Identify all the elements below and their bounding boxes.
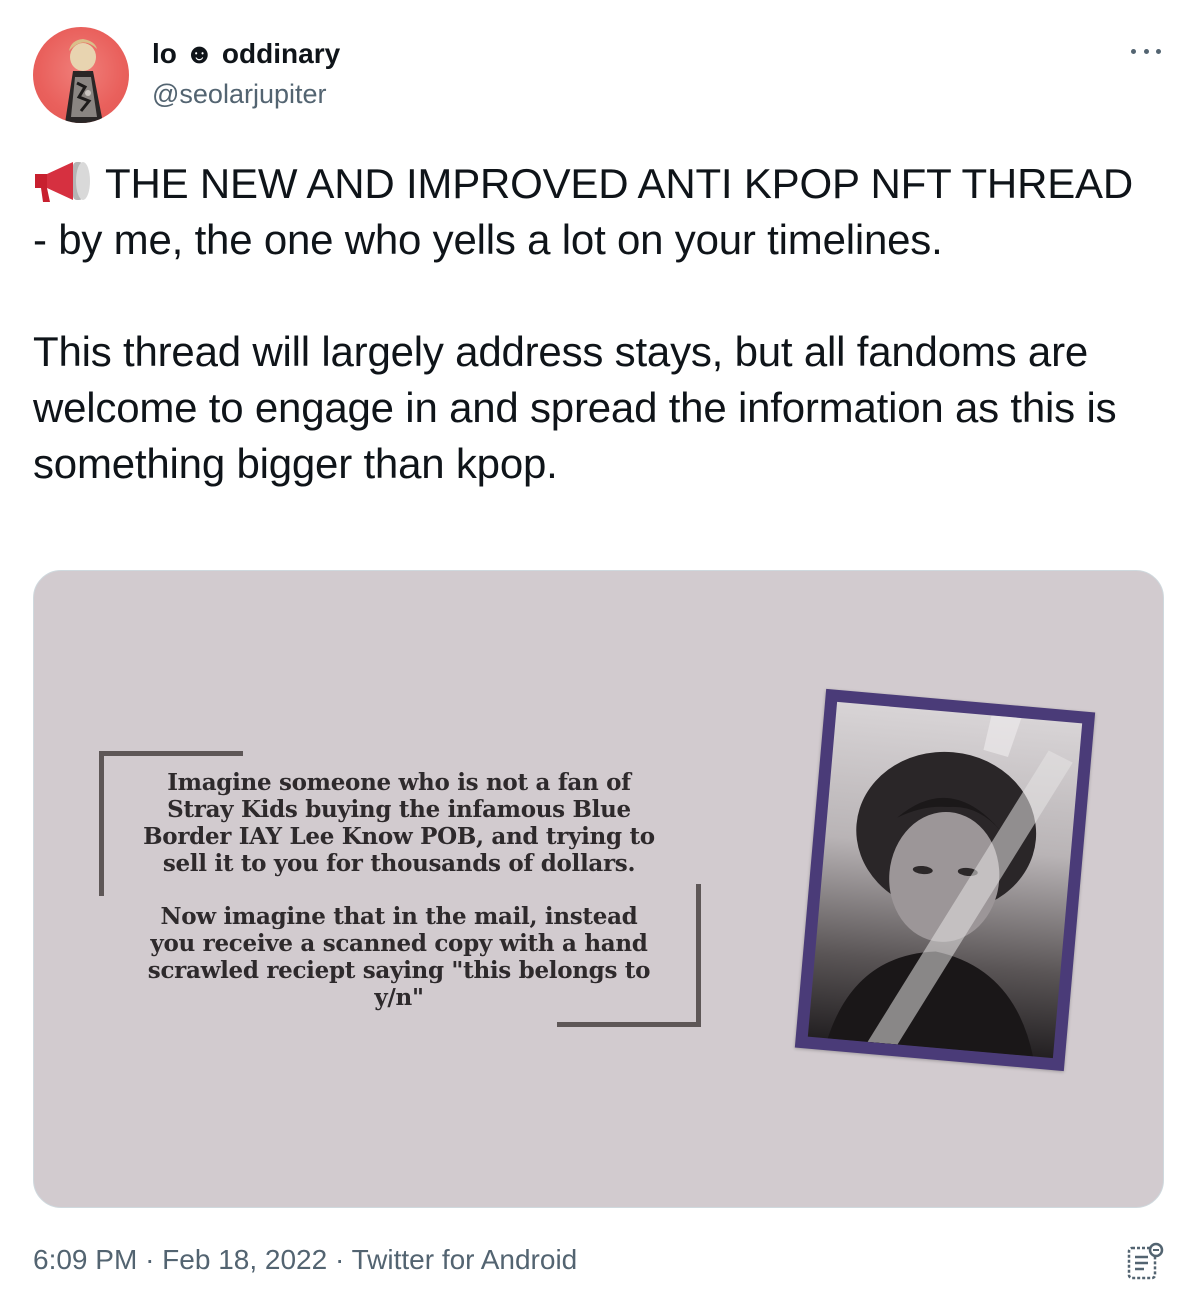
author-name-part2: oddinary — [221, 38, 341, 69]
bracket-bottom-right-horizontal — [557, 1022, 701, 1027]
avatar[interactable] — [33, 27, 129, 123]
tweet-time: 6:09 PM — [33, 1244, 138, 1275]
tweet-body: THE NEW AND IMPROVED ANTI KPOP NFT THREA… — [33, 160, 1133, 487]
megaphone-icon — [35, 162, 90, 202]
photocard — [794, 688, 1096, 1072]
dot-icon — [1131, 48, 1136, 54]
analytics-icon[interactable] — [1126, 1242, 1164, 1282]
media-paragraph-1: Imagine someone who is not a fan of Stra… — [143, 769, 655, 877]
author-display-name[interactable]: lo ☻ oddinary — [152, 38, 340, 70]
tweet-source-link[interactable]: Twitter for Android — [352, 1244, 578, 1275]
tweet-date: Feb 18, 2022 — [162, 1244, 328, 1275]
tweet-timestamp-link[interactable]: 6:09 PM · Feb 18, 2022 — [33, 1244, 327, 1275]
tweet-text: THE NEW AND IMPROVED ANTI KPOP NFT THREA… — [33, 156, 1153, 492]
more-options-button[interactable] — [1128, 38, 1164, 64]
bracket-top-left-horizontal — [99, 751, 243, 756]
photocard-image — [807, 701, 1083, 1059]
tweet-meta: 6:09 PM · Feb 18, 2022 · Twitter for And… — [33, 1240, 577, 1280]
bracket-top-left-vertical — [99, 751, 104, 896]
tweet: lo ☻ oddinary @seolarjupiter THE NEW AND… — [0, 0, 1196, 1308]
meta-separator: · — [334, 1244, 345, 1275]
dot-icon — [1156, 48, 1161, 54]
avatar-person-icon — [65, 39, 103, 123]
author-name-part1: lo — [152, 38, 177, 69]
smiley-emoji-icon: ☻ — [184, 38, 215, 69]
portrait-icon — [827, 715, 1073, 1057]
dot-icon — [1143, 48, 1149, 54]
author-handle[interactable]: @seolarjupiter — [152, 78, 327, 110]
media-paragraph-2: Now imagine that in the mail, instead yo… — [147, 903, 651, 1011]
meta-separator: · — [145, 1244, 155, 1275]
bracket-bottom-right-vertical — [696, 884, 701, 1026]
